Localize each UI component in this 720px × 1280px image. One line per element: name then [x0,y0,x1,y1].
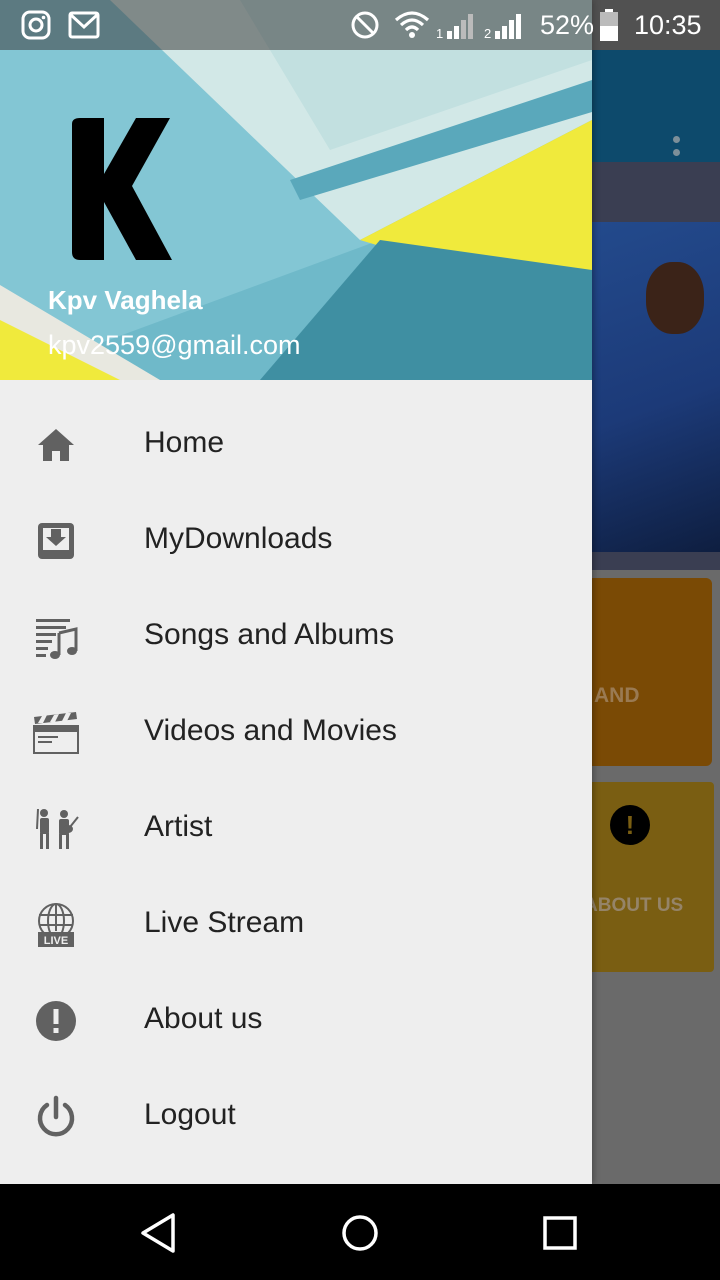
svg-text:2: 2 [484,26,491,40]
clapperboard-icon [33,712,79,754]
category-card[interactable] [578,578,712,766]
gmail-icon [68,11,100,39]
info-exclamation-icon [36,1001,76,1041]
home-circle-icon[interactable] [337,1210,383,1256]
menu-item-label: Videos and Movies [144,714,397,747]
category-card-label: AND [594,684,640,707]
power-icon [37,1095,75,1137]
menu-item-videos-movies[interactable]: Videos and Movies [0,685,592,781]
menu-item-label: Songs and Albums [144,618,395,651]
menu-item-label: Artist [144,810,213,843]
signal-sim1-icon: 1 [436,14,473,40]
battery-icon [600,9,618,41]
menu-item-artist[interactable]: Artist [0,781,592,877]
about-us-card[interactable] [578,782,714,972]
app-logo-icon [72,118,172,260]
menu-item-live-stream[interactable]: LIVE Live Stream [0,877,592,973]
menu-item-songs-albums[interactable]: Songs and Albums [0,589,592,685]
menu-item-about-us[interactable]: About us [0,973,592,1069]
user-email: kpv2559@gmail.com [48,330,301,360]
menu-item-label: MyDownloads [144,522,333,555]
about-us-card-label: ABOUT US [584,895,684,916]
user-name: Kpv Vaghela [48,285,203,315]
music-list-icon [36,619,78,659]
live-globe-icon: LIVE [38,903,74,947]
battery-percentage: 52% [540,10,595,40]
home-icon [38,429,74,461]
artists-icon [36,808,79,849]
navigation-drawer: Kpv Vaghela kpv2559@gmail.com Home MyDow… [0,0,592,1184]
svg-text:LIVE: LIVE [44,935,68,947]
wifi-icon [394,11,430,38]
back-icon[interactable] [137,1210,183,1256]
recents-icon[interactable] [537,1210,583,1256]
signal-sim2-icon: 2 [484,14,521,40]
system-nav-bar [0,1184,720,1280]
hero-image [592,162,720,570]
about-card-icon: ! [610,805,650,845]
menu-item-home[interactable]: Home [0,397,592,493]
menu-item-label: Live Stream [144,906,305,939]
do-not-disturb-icon [351,11,379,39]
svg-text:1: 1 [436,26,443,40]
clock: 10:35 [634,10,702,40]
drawer-header: Kpv Vaghela kpv2559@gmail.com [0,0,592,380]
menu-item-mydownloads[interactable]: MyDownloads [0,493,592,589]
menu-item-label: Logout [144,1098,236,1131]
instagram-icon [21,10,51,40]
menu-item-label: Home [144,426,225,459]
downloads-icon [38,523,74,559]
menu-item-logout[interactable]: Logout [0,1069,592,1165]
drawer-menu: Home MyDownloads Songs and Albums Videos… [0,397,592,1165]
menu-item-label: About us [144,1002,263,1035]
status-bar: 1 2 52% 10:35 [0,0,720,50]
